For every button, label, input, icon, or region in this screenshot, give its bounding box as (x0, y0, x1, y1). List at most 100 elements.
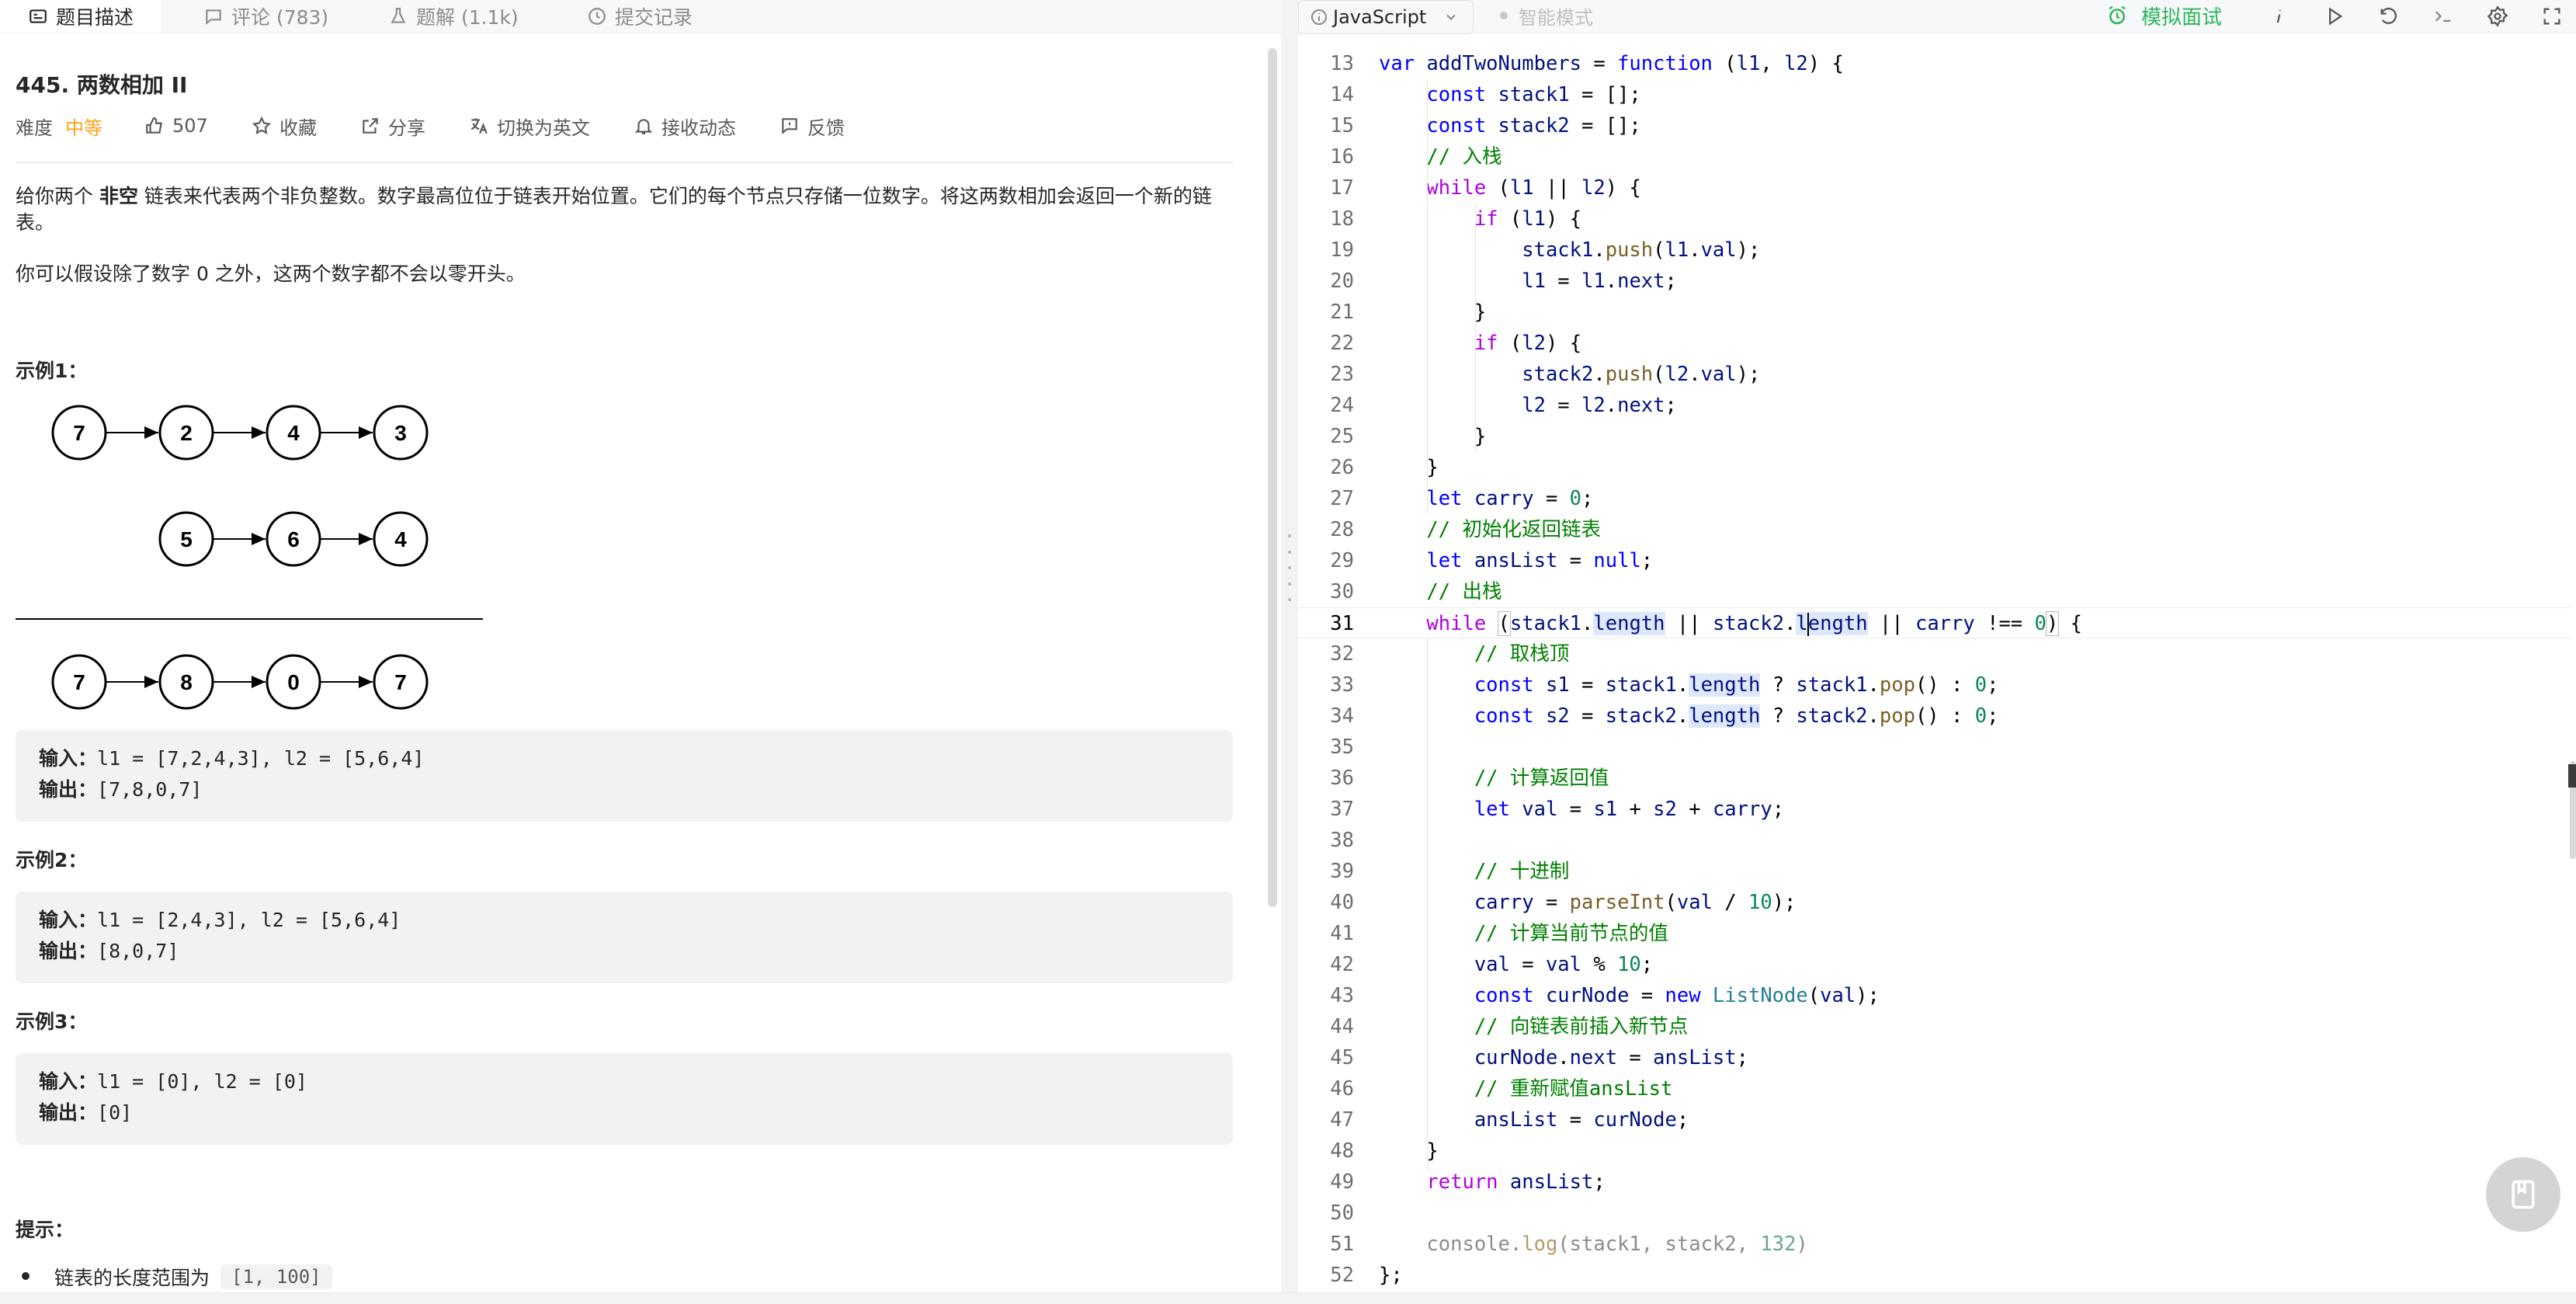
code-line[interactable]: 25 } (1298, 421, 2571, 452)
code-line[interactable]: 33 const s1 = stack1.length ? stack1.pop… (1298, 669, 2571, 701)
list-result-node-value: 8 (180, 670, 193, 694)
code-line[interactable]: 24 l2 = l2.next; (1298, 390, 2571, 421)
code-line[interactable]: 29 let ansList = null; (1298, 545, 2571, 576)
code-line[interactable]: 52}; (1298, 1260, 2571, 1291)
tab-submissions[interactable]: 提交记录 (587, 0, 693, 33)
left-scrollbar[interactable] (1268, 48, 1277, 907)
input-value: l1 = [7,2,4,3], l2 = [5,6,4] (97, 747, 425, 770)
code-line[interactable]: 19 stack1.push(l1.val); (1298, 235, 2571, 266)
output-label: 输出： (39, 940, 98, 962)
code-line[interactable]: 34 const s2 = stack2.length ? stack2.pop… (1298, 701, 2571, 732)
line-number: 13 (1330, 52, 1354, 75)
code-line[interactable]: 50 (1298, 1198, 2571, 1229)
code-line[interactable]: 32 // 取栈顶 (1298, 638, 2571, 669)
run-button[interactable] (2321, 3, 2348, 30)
feedback-button[interactable]: 反馈 (779, 113, 845, 139)
code-line[interactable]: 13 var addTwoNumbers = function (l1, l2) … (1298, 48, 2571, 79)
mock-interview-button[interactable]: 模拟面试 (2106, 0, 2222, 31)
info-icon (2276, 9, 2281, 23)
reset-button[interactable] (2376, 3, 2402, 30)
code-line[interactable]: 14 const stack1 = []; (1298, 79, 2571, 110)
code-text: // 入栈 (1426, 145, 1502, 169)
code-line[interactable]: 27 let carry = 0; (1298, 483, 2571, 514)
line-number: 21 (1330, 301, 1354, 324)
code-line[interactable]: 35 (1298, 732, 2571, 763)
code-line[interactable]: 46 // 重新赋值ansList (1298, 1073, 2571, 1104)
code-text: } (1379, 1139, 1439, 1163)
output-value: [0] (97, 1101, 133, 1124)
line-number: 14 (1330, 83, 1354, 106)
code-line[interactable]: 51 console.log(stack1, stack2, 132) (1298, 1229, 2571, 1260)
subscribe-button[interactable]: 接收动态 (634, 113, 736, 139)
code-text: const stack1 = []; (1426, 83, 1641, 106)
bottom-edge-bar (0, 1292, 2576, 1304)
tab-description[interactable]: 题目描述 (0, 0, 163, 33)
input-value: l1 = [2,4,3], l2 = [5,6,4] (97, 909, 401, 931)
hint-item: 链表的长度范围为 [1, 100] (22, 1263, 332, 1291)
run-icon (2329, 7, 2343, 26)
code-text: val = val % 10; (1474, 953, 1654, 976)
code-text: carry = parseInt(val / 10); (1474, 891, 1797, 914)
code-line[interactable]: 17 while (l1 || l2) { (1298, 172, 2571, 203)
code-line[interactable]: 30 // 出栈 (1298, 576, 2571, 607)
info-button[interactable] (2265, 3, 2292, 30)
code-line[interactable]: 15 const stack2 = []; (1298, 110, 2571, 141)
console-button[interactable] (2430, 3, 2456, 30)
code-line[interactable]: 48 } (1298, 1135, 2571, 1167)
favorite-button[interactable]: 收藏 (252, 113, 317, 139)
code-text: return ansList; (1426, 1170, 1606, 1194)
list-result-node-value: 7 (73, 670, 85, 694)
input-value: l1 = [0], l2 = [0] (97, 1070, 307, 1093)
settings-button[interactable] (2484, 3, 2511, 30)
code-line[interactable]: 43 const curNode = new ListNode(val); (1298, 980, 2571, 1011)
settings-icon (2487, 5, 2508, 27)
code-line[interactable]: 36 // 计算返回值 (1298, 763, 2571, 794)
code-line[interactable]: 40 carry = parseInt(val / 10); (1298, 887, 2571, 918)
code-line[interactable]: 39 // 十进制 (1298, 856, 2571, 887)
code-line[interactable]: 23 stack2.push(l2.val); (1298, 359, 2571, 390)
code-line[interactable]: 26 } (1298, 452, 2571, 483)
code-line[interactable]: 21 } (1298, 297, 2571, 328)
tab-comments[interactable]: 评论 (783) (203, 0, 328, 33)
splitter-grip[interactable] (1286, 534, 1293, 601)
code-line[interactable]: 18 if (l1) { (1298, 203, 2571, 235)
code-text: while (stack1.length || stack2.length ||… (1426, 611, 2082, 636)
left-tab-bar: 题目描述 评论 (783) 题解 (1.1k) 提交记录 (0, 0, 1281, 33)
line-number: 36 (1330, 767, 1354, 790)
example-3-output: 输出：[0] (39, 1098, 132, 1128)
notes-float-button[interactable] (2486, 1157, 2560, 1232)
code-line[interactable]: 45 curNode.next = ansList; (1298, 1042, 2571, 1073)
indent-guide (1475, 203, 1476, 328)
code-line[interactable]: 41 // 计算当前节点的值 (1298, 918, 2571, 949)
code-line[interactable]: 47 ansList = curNode; (1298, 1104, 2571, 1135)
editor-scroll-marker (2568, 764, 2576, 788)
code-text: } (1379, 301, 1487, 324)
console-icon (2435, 11, 2451, 22)
code-line[interactable]: 44 // 向链表前插入新节点 (1298, 1011, 2571, 1042)
description-icon (30, 9, 47, 23)
code-editor[interactable]: 13 var addTwoNumbers = function (l1, l2) … (1298, 48, 2576, 1303)
code-line[interactable]: 38 (1298, 825, 2571, 856)
code-line[interactable]: 37 let val = s1 + s2 + carry; (1298, 794, 2571, 825)
code-line[interactable]: 16 // 入栈 (1298, 141, 2571, 172)
alarm-clock-icon (2109, 5, 2126, 25)
code-line[interactable]: 28 // 初始化返回链表 (1298, 514, 2571, 545)
list-l1-node-value: 4 (287, 421, 300, 445)
language-select[interactable]: JavaScript (1298, 0, 1474, 34)
tab-solutions[interactable]: 题解 (1.1k) (388, 0, 519, 33)
share-button[interactable]: 分享 (360, 113, 425, 139)
code-line[interactable]: 42 val = val % 10; (1298, 949, 2571, 980)
reset-icon (2380, 7, 2397, 24)
code-line[interactable]: 20 l1 = l1.next; (1298, 266, 2571, 297)
fullscreen-button[interactable] (2539, 3, 2565, 30)
code-line-current[interactable]: 31 while (stack1.length || stack2.length… (1298, 607, 2571, 638)
smart-mode-toggle[interactable]: 智能模式 (1500, 0, 1593, 31)
code-line[interactable]: 49 return ansList; (1298, 1167, 2571, 1198)
code-text: const s1 = stack1.length ? stack1.pop() … (1474, 673, 1999, 697)
code-text: let carry = 0; (1426, 487, 1594, 510)
translate-button[interactable]: 切换为英文 (469, 113, 590, 139)
pane-splitter[interactable] (1281, 0, 1298, 1303)
like-button[interactable]: 507 (144, 113, 208, 138)
code-line[interactable]: 22 if (l2) { (1298, 328, 2571, 359)
input-label: 输入： (39, 747, 98, 770)
